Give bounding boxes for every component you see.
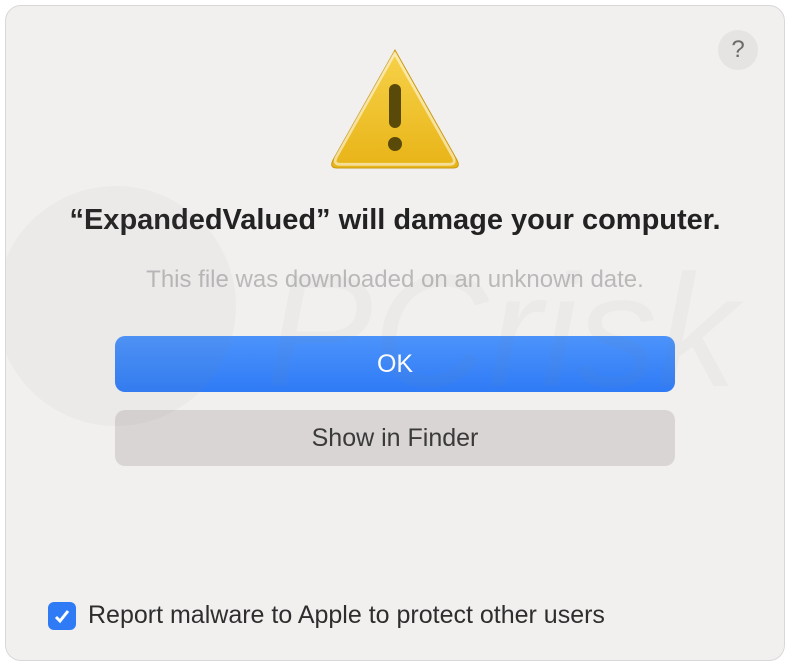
warning-icon xyxy=(325,44,465,172)
alert-dialog: PCrisk ? “ExpandedValued” will damage yo… xyxy=(5,5,785,661)
dialog-title: “ExpandedValued” will damage your comput… xyxy=(59,202,730,238)
help-button[interactable]: ? xyxy=(718,30,758,70)
help-icon: ? xyxy=(731,36,744,64)
button-stack: OK Show in Finder xyxy=(115,336,675,466)
report-checkbox-label: Report malware to Apple to protect other… xyxy=(88,601,605,630)
ok-button[interactable]: OK xyxy=(115,336,675,392)
report-checkbox[interactable] xyxy=(48,602,76,630)
ok-button-label: OK xyxy=(377,350,413,379)
show-in-finder-label: Show in Finder xyxy=(312,424,479,453)
dialog-subtitle: This file was downloaded on an unknown d… xyxy=(146,266,644,294)
report-checkbox-row: Report malware to Apple to protect other… xyxy=(48,601,605,630)
checkmark-icon xyxy=(53,607,71,625)
show-in-finder-button[interactable]: Show in Finder xyxy=(115,410,675,466)
